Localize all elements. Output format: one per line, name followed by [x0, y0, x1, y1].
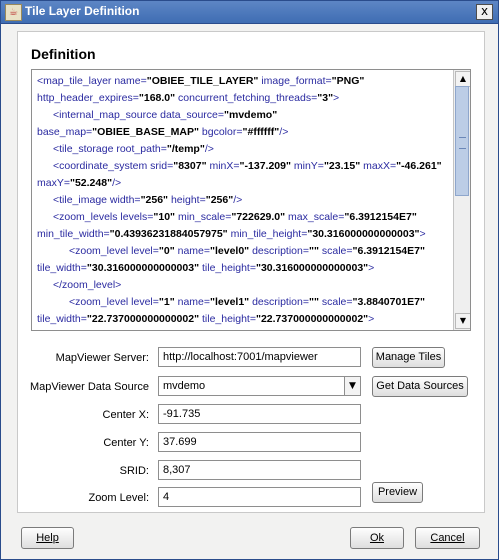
xml-line: tile_width="22.737000000000002" tile_hei…	[37, 313, 375, 325]
section-title: Definition	[31, 46, 96, 62]
zoom-level-label: Zoom Level:	[88, 492, 149, 504]
scroll-down-arrow-icon[interactable]: ▼	[455, 313, 470, 329]
xml-line: tile_width="30.316000000000003" tile_hei…	[37, 262, 375, 274]
get-data-sources-button[interactable]: Get Data Sources	[372, 376, 468, 397]
xml-line: maxY="52.248"/>	[37, 177, 122, 189]
tile-layer-dialog: ☕ Tile Layer Definition x Definition <ma…	[0, 0, 499, 560]
xml-definition-editor[interactable]: <map_tile_layer name="OBIEE_TILE_LAYER" …	[31, 69, 471, 331]
server-label: MapViewer Server:	[55, 352, 149, 364]
close-button[interactable]: x	[476, 4, 493, 20]
srid-label: SRID:	[119, 465, 149, 477]
dropdown-arrow-icon[interactable]: ▼	[344, 376, 361, 396]
xml-line: <zoom_level level="0" name="level0" desc…	[69, 245, 425, 257]
grip-icon	[459, 137, 466, 149]
manage-tiles-button[interactable]: Manage Tiles	[372, 347, 445, 368]
server-input[interactable]: http://localhost:7001/mapviewer	[158, 347, 361, 367]
centery-input[interactable]: 37.699	[158, 432, 361, 452]
vertical-scrollbar[interactable]: ▲ ▼	[453, 70, 470, 330]
centerx-label: Center X:	[102, 409, 149, 421]
datasource-label: MapViewer Data Source	[29, 381, 149, 393]
scroll-thumb[interactable]	[455, 86, 469, 196]
centery-label: Center Y:	[103, 437, 149, 449]
title-bar[interactable]: ☕ Tile Layer Definition x	[1, 1, 498, 24]
xml-line: <tile_image width="256" height="256"/>	[53, 194, 243, 206]
centerx-input[interactable]: -91.735	[158, 404, 361, 424]
xml-text[interactable]: <map_tile_layer name="OBIEE_TILE_LAYER" …	[37, 73, 449, 330]
preview-button[interactable]: Preview	[372, 482, 423, 503]
cancel-button[interactable]: Cancel	[415, 527, 480, 549]
zoom-level-input[interactable]: 4	[158, 487, 361, 507]
xml-line: <coordinate_system srid="8307" minX="-13…	[53, 160, 442, 172]
window-title: Tile Layer Definition	[25, 4, 140, 18]
xml-line: <zoom_level level="1" name="level1" desc…	[69, 296, 425, 308]
xml-line: <zoom_levels levels="10" min_scale="7226…	[53, 211, 417, 223]
java-icon: ☕	[5, 4, 22, 21]
xml-line: </zoom_level>	[37, 328, 449, 330]
scroll-up-arrow-icon[interactable]: ▲	[455, 71, 470, 87]
xml-line: http_header_expires="168.0" concurrent_f…	[37, 92, 340, 104]
ok-button[interactable]: Ok	[350, 527, 404, 549]
srid-input[interactable]: 8,307	[158, 460, 361, 480]
xml-line: <tile_storage root_path="/temp"/>	[53, 143, 214, 155]
xml-line: </zoom_level>	[53, 279, 122, 291]
xml-line: min_tile_width="0.43936231884057975" min…	[37, 228, 426, 240]
xml-line: <internal_map_source data_source="mvdemo…	[53, 109, 278, 121]
datasource-select[interactable]: mvdemo	[158, 376, 345, 396]
xml-line: <map_tile_layer name="OBIEE_TILE_LAYER" …	[37, 75, 365, 87]
help-button[interactable]: Help	[21, 527, 74, 549]
xml-line: base_map="OBIEE_BASE_MAP" bgcolor="#ffff…	[37, 126, 289, 138]
